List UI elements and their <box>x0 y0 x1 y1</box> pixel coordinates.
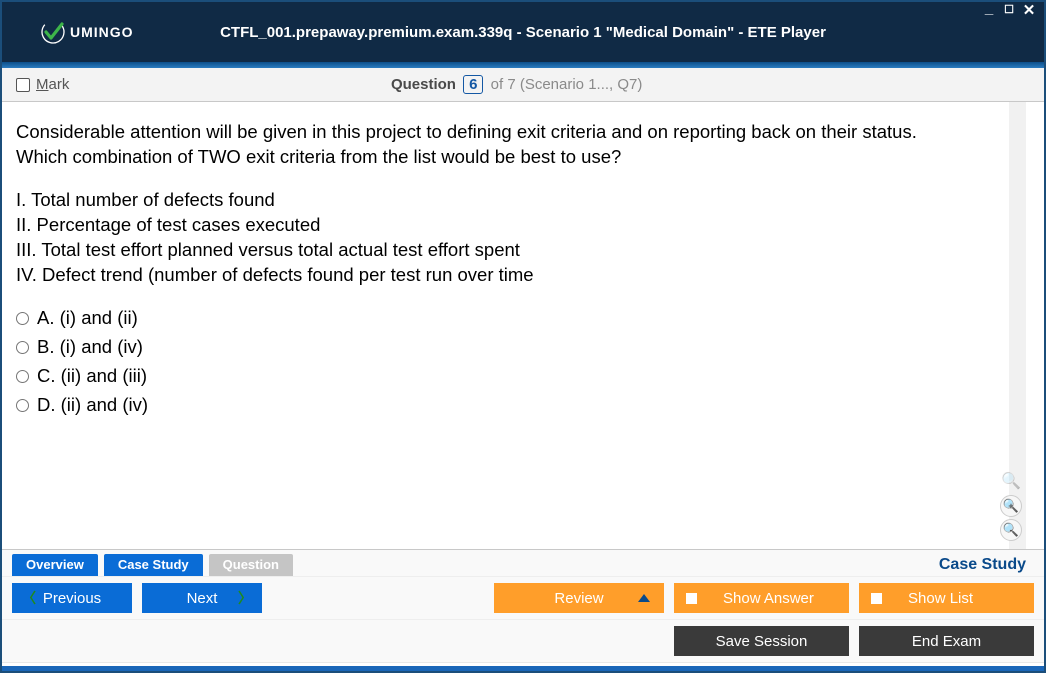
question-header: Mark Question 6 of 7 (Scenario 1..., Q7) <box>2 68 1044 102</box>
title-bar: UMINGO CTFL_001.prepaway.premium.exam.33… <box>2 2 1044 62</box>
question-prompt: Considerable attention will be given in … <box>16 120 1012 170</box>
minimize-button[interactable]: _ <box>980 4 998 18</box>
maximize-button[interactable]: ☐ <box>1000 4 1018 18</box>
triangle-up-icon <box>638 594 650 602</box>
window-title: CTFL_001.prepaway.premium.exam.339q - Sc… <box>2 24 1044 41</box>
zoom-reset-icon[interactable]: 🔍 <box>1000 471 1022 493</box>
criteria-list: I. Total number of defects found II. Per… <box>16 188 1012 288</box>
answer-choice-d[interactable]: D. (ii) and (iv) <box>16 393 1012 418</box>
answer-radio[interactable] <box>16 370 29 383</box>
criteria-item: II. Percentage of test cases executed <box>16 213 1012 238</box>
answer-choice-a[interactable]: A. (i) and (ii) <box>16 306 1012 331</box>
case-study-label: Case Study <box>939 556 1026 574</box>
question-word: Question <box>391 76 456 93</box>
question-total: of 7 (Scenario 1..., Q7) <box>491 76 643 93</box>
end-exam-button[interactable]: End Exam <box>859 626 1034 656</box>
criteria-item: III. Total test effort planned versus to… <box>16 238 1012 263</box>
next-button[interactable]: Next 〉 <box>142 583 262 613</box>
answer-choices: A. (i) and (ii) B. (i) and (iv) C. (ii) … <box>16 306 1012 418</box>
bottom-toolbar: Overview Case Study Question Case Study … <box>2 549 1044 671</box>
previous-button[interactable]: 〈 Previous <box>12 583 132 613</box>
buttons-row-2: Save Session End Exam <box>2 619 1044 662</box>
buttons-row-1: 〈 Previous Next 〉 Review Show Answer Sho… <box>2 576 1044 619</box>
zoom-in-icon[interactable]: 🔍+ <box>1000 495 1022 517</box>
close-button[interactable]: ✕ <box>1020 4 1038 18</box>
question-content: Considerable attention will be given in … <box>2 102 1044 549</box>
square-icon <box>871 593 882 604</box>
answer-choice-c[interactable]: C. (ii) and (iii) <box>16 364 1012 389</box>
answer-label: C. (ii) and (iii) <box>37 364 147 389</box>
answer-label: A. (i) and (ii) <box>37 306 138 331</box>
mark-label: Mark <box>36 76 69 93</box>
zoom-out-icon[interactable]: 🔍- <box>1000 519 1022 541</box>
criteria-item: I. Total number of defects found <box>16 188 1012 213</box>
logo-text: UMINGO <box>70 24 134 40</box>
mark-checkbox-wrap[interactable]: Mark <box>16 76 69 93</box>
answer-label: B. (i) and (iv) <box>37 335 143 360</box>
square-icon <box>686 593 697 604</box>
tab-case-study[interactable]: Case Study <box>104 554 203 576</box>
criteria-item: IV. Defect trend (number of defects foun… <box>16 263 1012 288</box>
save-session-button[interactable]: Save Session <box>674 626 849 656</box>
app-logo: UMINGO <box>40 19 134 45</box>
zoom-controls: 🔍 🔍+ 🔍- <box>1000 471 1022 541</box>
window-controls: _ ☐ ✕ <box>980 4 1038 18</box>
answer-label: D. (ii) and (iv) <box>37 393 148 418</box>
prompt-line: Considerable attention will be given in … <box>16 120 1012 145</box>
answer-radio[interactable] <box>16 399 29 412</box>
tab-overview[interactable]: Overview <box>12 554 98 576</box>
question-number[interactable]: 6 <box>463 75 483 94</box>
chevron-left-icon: 〈 <box>22 588 36 608</box>
prompt-line: Which combination of TWO exit criteria f… <box>16 145 1012 170</box>
bottom-accent <box>2 666 1044 671</box>
logo-check-icon <box>40 19 66 45</box>
answer-radio[interactable] <box>16 341 29 354</box>
tab-question[interactable]: Question <box>209 554 293 576</box>
review-button[interactable]: Review <box>494 583 664 613</box>
app-window: UMINGO CTFL_001.prepaway.premium.exam.33… <box>0 0 1046 673</box>
show-list-button[interactable]: Show List <box>859 583 1034 613</box>
show-answer-button[interactable]: Show Answer <box>674 583 849 613</box>
answer-radio[interactable] <box>16 312 29 325</box>
chevron-right-icon: 〉 <box>238 588 252 608</box>
tabs-row: Overview Case Study Question Case Study <box>2 550 1044 576</box>
answer-choice-b[interactable]: B. (i) and (iv) <box>16 335 1012 360</box>
mark-checkbox[interactable] <box>16 78 30 92</box>
